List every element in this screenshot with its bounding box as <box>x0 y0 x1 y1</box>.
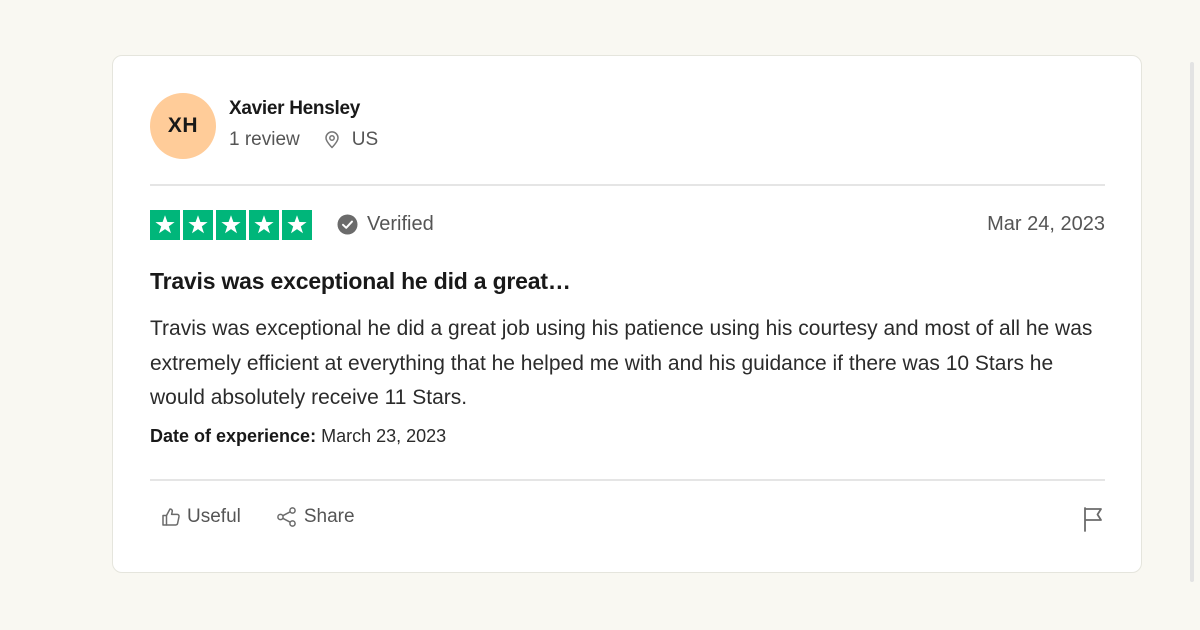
consumer-location: US <box>322 129 378 151</box>
consumer-header: XH Xavier Hensley 1 review US <box>150 93 378 159</box>
review-count: 1 review <box>229 128 300 150</box>
star-icon <box>155 215 175 234</box>
share-button[interactable]: Share <box>275 506 355 528</box>
star-3 <box>216 210 246 240</box>
experience-label: Date of experience: <box>150 426 317 446</box>
review-title[interactable]: Travis was exceptional he did a great… <box>150 268 571 295</box>
star-2 <box>183 210 213 240</box>
review-date: Mar 24, 2023 <box>987 213 1105 235</box>
location-pin-icon <box>325 130 339 148</box>
page-edge-bar <box>1190 62 1194 582</box>
footer-divider <box>150 479 1105 481</box>
star-icon <box>188 215 208 234</box>
star-icon <box>254 215 274 234</box>
useful-button[interactable]: Useful <box>160 506 241 528</box>
location-label: US <box>351 128 379 150</box>
consumer-name[interactable]: Xavier Hensley <box>229 98 378 120</box>
date-of-experience: Date of experience: March 23, 2023 <box>150 426 446 447</box>
star-5 <box>282 210 312 240</box>
share-label: Share <box>303 506 355 527</box>
rating-row: Verified Mar 24, 2023 <box>150 210 1105 242</box>
review-card: XH Xavier Hensley 1 review US Verified M… <box>112 55 1142 573</box>
consumer-meta: 1 review US <box>229 129 378 151</box>
consumer-info: Xavier Hensley 1 review US <box>229 98 378 151</box>
star-rating <box>150 210 312 240</box>
verified-label: Verified <box>367 213 434 235</box>
avatar[interactable]: XH <box>150 93 216 159</box>
useful-label: Useful <box>187 506 241 527</box>
share-icon <box>277 507 296 527</box>
experience-date: March 23, 2023 <box>321 426 447 446</box>
flag-icon <box>1084 507 1102 532</box>
verified-check-icon <box>337 214 358 235</box>
star-1 <box>150 210 180 240</box>
header-divider <box>150 184 1105 186</box>
star-icon <box>287 215 307 234</box>
review-body: Travis was exceptional he did a great jo… <box>150 317 1093 409</box>
star-4 <box>249 210 279 240</box>
report-flag-button[interactable] <box>1081 505 1105 538</box>
thumbs-up-icon <box>162 508 180 526</box>
star-icon <box>221 215 241 234</box>
review-actions: Useful Share <box>160 506 355 528</box>
verified-badge[interactable]: Verified <box>337 213 434 236</box>
